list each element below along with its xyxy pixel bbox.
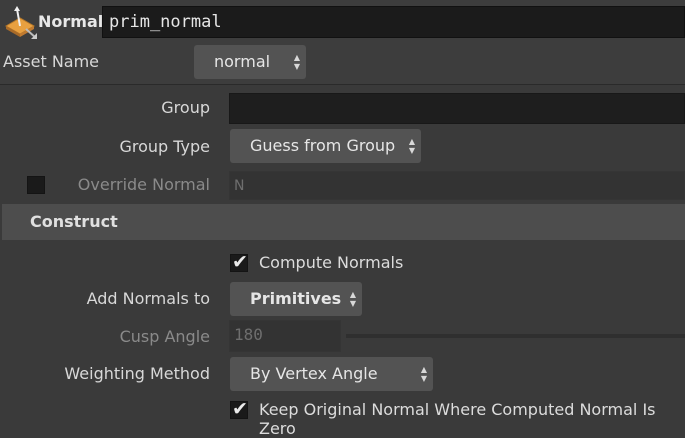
menu-arrows-icon: ▲ ▼ xyxy=(408,137,415,155)
weighting-method-label: Weighting Method xyxy=(64,364,210,383)
add-normals-menu[interactable]: Primitives ▲ ▼ xyxy=(230,282,362,316)
section-edge xyxy=(0,204,2,240)
weighting-method-menu[interactable]: By Vertex Angle ▲ ▼ xyxy=(230,357,433,391)
cusp-angle-slider[interactable] xyxy=(346,334,685,338)
override-normal-label: Override Normal xyxy=(77,175,210,194)
weighting-method-value: By Vertex Angle xyxy=(250,364,378,383)
add-normals-value: Primitives xyxy=(250,289,342,308)
compute-normals-label: Compute Normals xyxy=(259,253,404,272)
group-type-menu[interactable]: Guess from Group ▲ ▼ xyxy=(230,129,421,163)
group-label: Group xyxy=(161,98,210,117)
compute-normals-checkbox[interactable]: ✔ xyxy=(230,251,248,273)
keep-original-normal-checkbox[interactable]: ✔ xyxy=(230,398,248,420)
menu-arrows-icon: ▲ ▼ xyxy=(349,290,356,308)
checkmark-icon: ✔ xyxy=(232,398,248,420)
menu-arrows-icon: ▲ ▼ xyxy=(293,53,300,71)
group-input[interactable] xyxy=(229,93,685,124)
keep-original-normal-label: Keep Original Normal Where Computed Norm… xyxy=(259,400,656,438)
node-name-input[interactable]: prim_normal xyxy=(102,6,685,38)
checkmark-icon: ✔ xyxy=(232,251,248,273)
group-type-value: Guess from Group xyxy=(250,136,396,155)
add-normals-label: Add Normals to xyxy=(86,289,210,308)
override-normal-input[interactable]: N xyxy=(229,171,685,200)
group-type-label: Group Type xyxy=(119,137,210,156)
cusp-angle-label: Cusp Angle xyxy=(119,327,210,346)
divider xyxy=(0,84,685,85)
asset-name-value: normal xyxy=(214,52,271,71)
cusp-angle-input[interactable]: 180 xyxy=(229,320,341,352)
asset-row xyxy=(0,44,685,84)
menu-arrows-icon: ▲ ▼ xyxy=(420,365,427,383)
construct-section-title: Construct xyxy=(30,212,118,231)
node-type-label: Normal xyxy=(38,12,104,31)
normal-node-icon[interactable] xyxy=(4,6,38,40)
asset-name-menu[interactable]: normal ▲ ▼ xyxy=(194,45,306,79)
asset-name-label: Asset Name xyxy=(3,52,100,71)
